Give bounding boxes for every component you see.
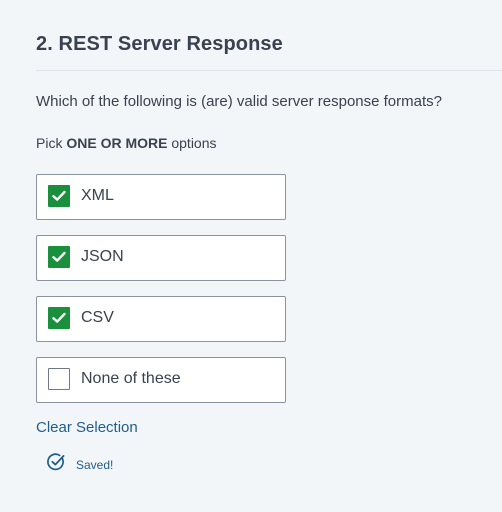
check-circle-icon [46, 452, 66, 477]
pick-hint-suffix: options [167, 135, 217, 151]
checkbox-checked-icon[interactable] [48, 246, 70, 268]
option-csv[interactable]: CSV [36, 296, 286, 342]
pick-hint-prefix: Pick [36, 135, 67, 151]
saved-text: Saved! [76, 457, 114, 472]
option-label: None of these [81, 370, 181, 387]
question-title: 2. REST Server Response [36, 33, 283, 55]
pick-hint-emphasis: ONE OR MORE [66, 135, 168, 151]
option-label: XML [81, 187, 114, 204]
checkbox-unchecked-icon[interactable] [48, 368, 70, 390]
checkbox-checked-icon[interactable] [48, 307, 70, 329]
option-xml[interactable]: XML [36, 174, 286, 220]
title-divider [36, 70, 502, 71]
option-label: CSV [81, 309, 114, 326]
clear-selection-link[interactable]: Clear Selection [36, 419, 138, 436]
question-text: Which of the following is (are) valid se… [36, 93, 442, 110]
option-none-of-these[interactable]: None of these [36, 357, 286, 403]
checkbox-checked-icon[interactable] [48, 185, 70, 207]
pick-hint: Pick ONE OR MORE options [36, 135, 217, 151]
option-json[interactable]: JSON [36, 235, 286, 281]
saved-status: Saved! [46, 452, 113, 477]
option-label: JSON [81, 248, 124, 265]
